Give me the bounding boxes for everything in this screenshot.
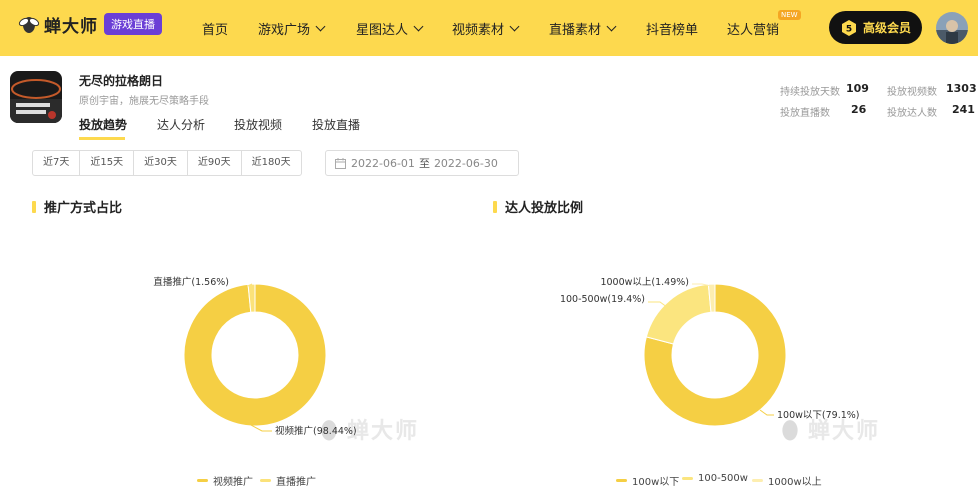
nav-star-talent-label: 星图达人 bbox=[356, 23, 409, 38]
chevron-down-icon bbox=[509, 21, 520, 32]
legend-swatch bbox=[197, 479, 208, 482]
game-subtitle: 原创宇宙，施展无尽策略手段 bbox=[79, 96, 209, 107]
legend-swatch bbox=[682, 477, 693, 480]
svg-text:5: 5 bbox=[846, 24, 852, 34]
vip-button[interactable]: 5 高级会员 bbox=[829, 11, 922, 44]
tab-live[interactable]: 投放直播 bbox=[312, 116, 360, 133]
legend-label: 100-500w bbox=[698, 473, 748, 484]
tab-talent-analysis[interactable]: 达人分析 bbox=[157, 116, 205, 133]
brand-logo[interactable]: 蝉大师 游戏直播 bbox=[18, 12, 162, 37]
nav-talent-marketing[interactable]: 达人营销 bbox=[727, 19, 779, 38]
main-content: 近7天 近15天 近30天 近90天 近180天 2022-06-01 至 20… bbox=[0, 140, 978, 500]
vip-label: 高级会员 bbox=[862, 21, 911, 35]
legend-item[interactable]: 100w以下 bbox=[616, 473, 679, 488]
nav-game-square-label: 游戏广场 bbox=[258, 23, 311, 38]
cicada-logo-icon bbox=[18, 17, 40, 33]
legend-item[interactable]: 100-500w bbox=[682, 473, 748, 484]
nav-star-talent[interactable]: 星图达人 bbox=[356, 19, 424, 38]
legend-label: 视频推广 bbox=[213, 477, 253, 488]
nav-live-material-label: 直播素材 bbox=[549, 23, 602, 38]
tab-videos[interactable]: 投放视频 bbox=[234, 116, 282, 133]
user-avatar[interactable] bbox=[936, 12, 968, 44]
nav-douyin-rank[interactable]: 抖音榜单 bbox=[646, 19, 698, 38]
nav-game-square[interactable]: 游戏广场 bbox=[258, 19, 326, 38]
stat-videos: 1303 bbox=[946, 82, 977, 95]
stat-talents-label: 投放达人数 bbox=[887, 108, 937, 119]
chevron-down-icon bbox=[315, 21, 326, 32]
vip-level-icon: 5 bbox=[841, 19, 856, 36]
legend-label: 1000w以上 bbox=[768, 477, 822, 488]
avatar-image bbox=[936, 12, 968, 44]
legend-label: 100w以下 bbox=[632, 477, 680, 488]
brand-name: 蝉大师 bbox=[44, 16, 98, 37]
game-title: 无尽的拉格朗日 bbox=[79, 74, 164, 88]
legend-item[interactable]: 1000w以上 bbox=[752, 473, 822, 488]
legend-item[interactable]: 直播推广 bbox=[260, 473, 316, 488]
stat-continuous-days: 109 bbox=[846, 82, 869, 95]
slice-data-label: 100-500w(19.4%) bbox=[560, 294, 645, 305]
nav-talent-marketing-label: 达人营销 bbox=[727, 23, 780, 38]
legend-item[interactable]: 视频推广 bbox=[197, 473, 253, 488]
game-cover-image bbox=[10, 71, 62, 123]
stat-continuous-days-label: 持续投放天数 bbox=[780, 87, 840, 98]
slice-data-label: 100w以下(79.1%) bbox=[777, 410, 860, 421]
stat-live: 26 bbox=[851, 103, 867, 116]
donut-slice[interactable] bbox=[645, 283, 712, 345]
legend-swatch bbox=[752, 479, 763, 482]
chevron-down-icon bbox=[606, 21, 617, 32]
slice-data-label: 直播推广(1.56%) bbox=[153, 276, 229, 288]
game-icon bbox=[10, 71, 62, 123]
chevron-down-icon bbox=[413, 21, 424, 32]
legend-swatch bbox=[260, 479, 271, 482]
slice-data-label: 1000w以上(1.49%) bbox=[600, 277, 689, 288]
game-header: 无尽的拉格朗日 原创宇宙，施展无尽策略手段 投放趋势 达人分析 投放视频 投放直… bbox=[0, 56, 978, 140]
nav-video-material-label: 视频素材 bbox=[452, 23, 505, 38]
legend-label: 直播推广 bbox=[276, 477, 316, 488]
tab-trend[interactable]: 投放趋势 bbox=[79, 116, 127, 133]
nav-video-material[interactable]: 视频素材 bbox=[452, 19, 520, 38]
legend-swatch bbox=[616, 479, 627, 482]
stat-videos-label: 投放视频数 bbox=[887, 87, 937, 98]
nav-douyin-rank-label: 抖音榜单 bbox=[646, 23, 699, 38]
donut-charts: 视频推广(98.44%) 直播推广(1.56%) 100w以下(79.1%) 100-… bbox=[153, 276, 860, 437]
nav-home[interactable]: 首页 bbox=[202, 19, 228, 38]
top-navigation: 蝉大师 游戏直播 首页 游戏广场 星图达人 视频素材 直播素材 抖音榜单 达人营… bbox=[0, 0, 978, 56]
nav-home-label: 首页 bbox=[202, 23, 229, 38]
nav-live-material[interactable]: 直播素材 bbox=[549, 19, 617, 38]
new-badge: NEW bbox=[778, 10, 801, 20]
brand-badge[interactable]: 游戏直播 bbox=[104, 13, 162, 35]
stat-talents: 241 bbox=[952, 103, 975, 116]
slice-label-line bbox=[759, 409, 774, 416]
stat-live-label: 投放直播数 bbox=[780, 108, 830, 119]
slice-data-label: 视频推广(98.44%) bbox=[275, 425, 357, 437]
